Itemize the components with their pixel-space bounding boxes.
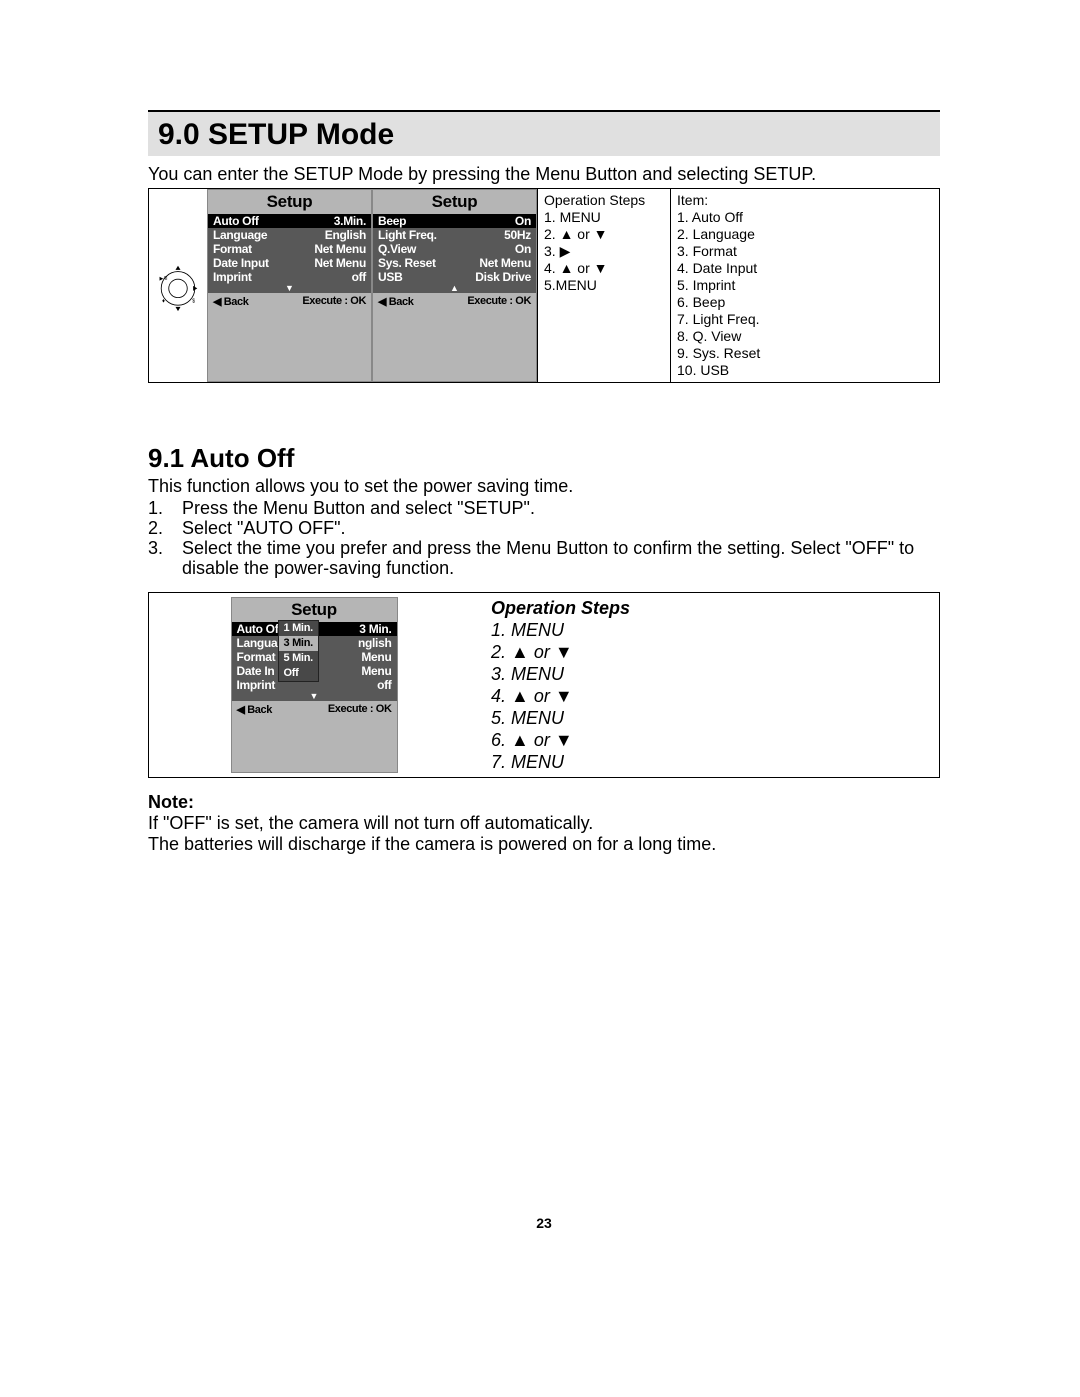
- section-header: 9.0 SETUP Mode: [148, 110, 940, 156]
- subsection-title: 9.1 Auto Off: [148, 443, 940, 474]
- svg-text:▶/II: ▶/II: [160, 276, 168, 282]
- instruction-list: 1.Press the Menu Button and select "SETU…: [148, 498, 940, 578]
- down-arrow-icon: ▼: [208, 284, 371, 293]
- setup-screen-2: Setup BeepOn Light Freq.50Hz Q.ViewOn Sy…: [372, 189, 537, 382]
- operation-steps: Operation Steps 1. MENU 2. ▲ or ▼ 3. ▶ 4…: [537, 189, 670, 382]
- svg-text:♦: ♦: [162, 299, 165, 305]
- auto-off-panel: Setup Auto Off3 Min. Languanglish Format…: [148, 592, 940, 778]
- page-number: 23: [148, 1215, 940, 1231]
- note-label: Note:: [148, 792, 940, 813]
- item-list: Item: 1. Auto Off 2. Language 3. Format …: [670, 189, 939, 382]
- dial-illustration: ▶/II ♦ $: [149, 189, 207, 382]
- intro-text: You can enter the SETUP Mode by pressing…: [148, 164, 940, 185]
- subsection-intro: This function allows you to set the powe…: [148, 476, 940, 496]
- auto-off-popup: 1 Min. 3 Min. 5 Min. Off: [278, 620, 319, 682]
- setup-screen-3: Setup Auto Off3 Min. Languanglish Format…: [231, 597, 398, 773]
- svg-text:$: $: [192, 299, 195, 305]
- up-arrow-icon: ▲: [373, 284, 536, 293]
- overview-panel: ▶/II ♦ $ Setup Auto Off3.Min. LanguageEn…: [148, 188, 940, 383]
- dial-icon: ▶/II ♦ $: [157, 259, 199, 318]
- section-title: 9.0 SETUP Mode: [158, 118, 930, 152]
- note-text-1: If "OFF" is set, the camera will not tur…: [148, 813, 940, 834]
- screen-title: Setup: [373, 190, 536, 214]
- operation-steps-2: Operation Steps 1. MENU 2. ▲ or ▼ 3. MEN…: [479, 593, 939, 777]
- setup-screen-1: Setup Auto Off3.Min. LanguageEnglish For…: [207, 189, 372, 382]
- note-text-2: The batteries will discharge if the came…: [148, 834, 940, 855]
- screen-title: Setup: [208, 190, 371, 214]
